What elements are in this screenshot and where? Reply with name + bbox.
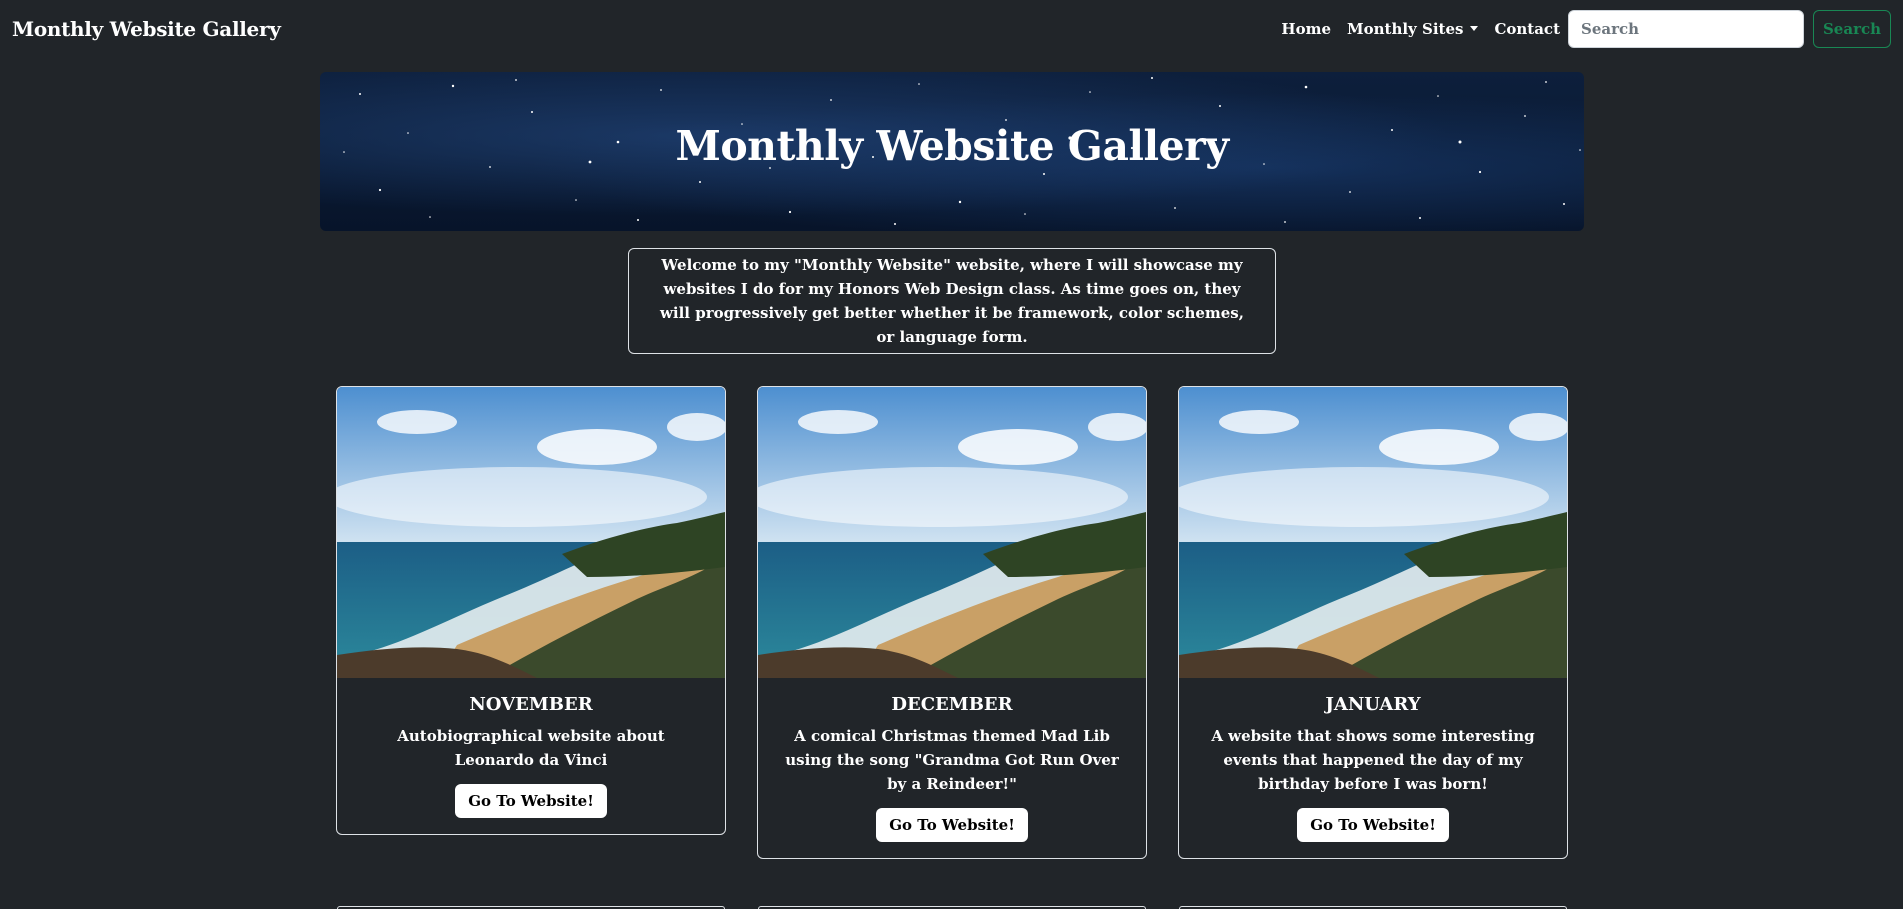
card-description: A comical Christmas themed Mad Lib using… <box>785 727 1119 793</box>
nav-link-contact[interactable]: Contact <box>1494 20 1560 38</box>
caret-down-icon <box>1470 26 1479 31</box>
navbar: Monthly Website Gallery Home Monthly Sit… <box>0 0 1903 57</box>
card-november: NOVEMBER Autobiographical website about … <box>336 386 726 835</box>
card-january: JANUARY A website that shows some intere… <box>1178 386 1568 859</box>
go-to-website-button[interactable]: Go To Website! <box>455 784 607 818</box>
card-title: DECEMBER <box>891 694 1013 715</box>
go-to-website-button[interactable]: Go To Website! <box>876 808 1028 842</box>
welcome-box: Welcome to my "Monthly Website" website,… <box>628 248 1276 354</box>
card-body: DECEMBER A comical Christmas themed Mad … <box>758 678 1146 858</box>
card-december: DECEMBER A comical Christmas themed Mad … <box>757 386 1147 859</box>
coastline-image <box>337 387 725 678</box>
card-title: NOVEMBER <box>469 694 593 715</box>
go-to-website-button[interactable]: Go To Website! <box>1297 808 1449 842</box>
navbar-right: Home Monthly Sites Contact Search <box>1265 9 1891 48</box>
card-description: Autobiographical website about Leonardo … <box>397 727 665 769</box>
card-body: JANUARY A website that shows some intere… <box>1179 678 1567 858</box>
nav-dropdown-label: Monthly Sites <box>1347 19 1464 38</box>
search-button[interactable]: Search <box>1813 9 1891 48</box>
card-title: JANUARY <box>1325 694 1421 715</box>
card-body: NOVEMBER Autobiographical website about … <box>337 678 725 834</box>
navbar-brand[interactable]: Monthly Website Gallery <box>12 17 281 41</box>
search-input[interactable] <box>1568 9 1804 48</box>
card-description: A website that shows some interesting ev… <box>1211 727 1535 793</box>
nav-link-home[interactable]: Home <box>1281 20 1331 38</box>
welcome-text: Welcome to my "Monthly Website" website,… <box>660 256 1244 346</box>
nav-dropdown-monthly-sites[interactable]: Monthly Sites <box>1347 19 1479 38</box>
hero-banner: Monthly Website Gallery <box>320 72 1584 231</box>
coastline-image <box>1179 387 1567 678</box>
coastline-image <box>758 387 1146 678</box>
hero-title: Monthly Website Gallery <box>675 121 1229 170</box>
